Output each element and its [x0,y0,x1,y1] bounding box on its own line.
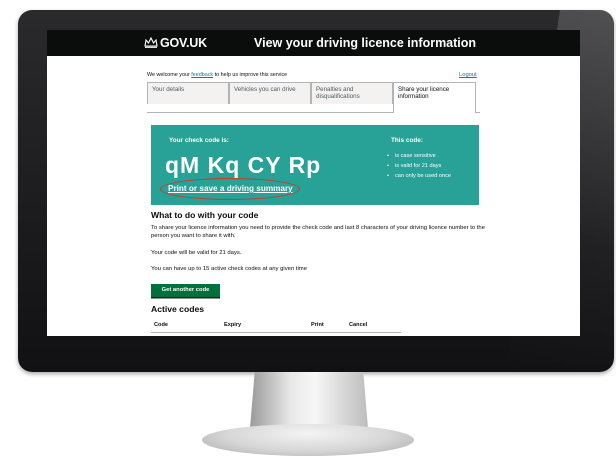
instructions-paragraph-1: To share your licence information you ne… [151,225,485,239]
get-another-code-button[interactable]: Get another code [151,284,220,297]
tab-list: Your details Vehicles you can drive Pena… [147,82,480,113]
code-fact-item: is valid for 21 days [387,161,451,171]
crown-icon [144,37,158,48]
logout-link[interactable]: Logout [459,72,477,78]
column-header-code: Code [154,322,168,328]
tab-share-licence[interactable]: Share your licence information [393,82,476,113]
code-fact-item: is case sensitive [387,151,451,161]
column-header-expiry: Expiry [224,322,242,328]
govuk-logo-text: GOV.UK [160,36,207,50]
monitor-stand-neck [250,372,368,428]
code-facts-title: This code: [391,137,423,144]
tab-your-details[interactable]: Your details [147,82,229,104]
tab-vehicles[interactable]: Vehicles you can drive [229,82,311,104]
active-codes-table-header: Code Expiry Print Cancel [151,320,401,333]
feedback-text-before: We welcome your [147,72,192,78]
govuk-header: GOV.UK View your driving licence informa… [47,30,580,56]
code-fact-item: can only be used once [387,171,451,181]
column-header-cancel: Cancel [349,322,368,328]
monitor-stand-base [202,424,414,456]
check-code-value: qM Kq CY Rp [165,152,322,178]
instructions-heading: What to do with your code [151,210,259,220]
instructions-paragraph-2: Your code will be valid for 21 days. [151,250,242,256]
instructions-paragraph-3: You can have up to 15 active check codes… [151,266,307,272]
tab-penalties[interactable]: Penalties and disqualifications [311,82,393,104]
active-codes-heading: Active codes [151,304,205,314]
code-facts-list: is case sensitive is valid for 21 days c… [387,151,451,181]
feedback-link[interactable]: feedback [191,72,213,78]
screen: GOV.UK View your driving licence informa… [47,30,580,336]
highlight-ellipse [160,178,300,200]
column-header-print: Print [311,322,324,328]
govuk-logo[interactable]: GOV.UK [144,36,207,50]
feedback-banner: We welcome your feedback to help us impr… [147,72,287,78]
feedback-text-after: to help us improve this service [213,72,288,78]
service-title: View your driving licence information [254,36,477,50]
check-code-panel: Your check code is: qM Kq CY Rp Print or… [151,125,479,205]
check-code-label: Your check code is: [169,137,229,144]
